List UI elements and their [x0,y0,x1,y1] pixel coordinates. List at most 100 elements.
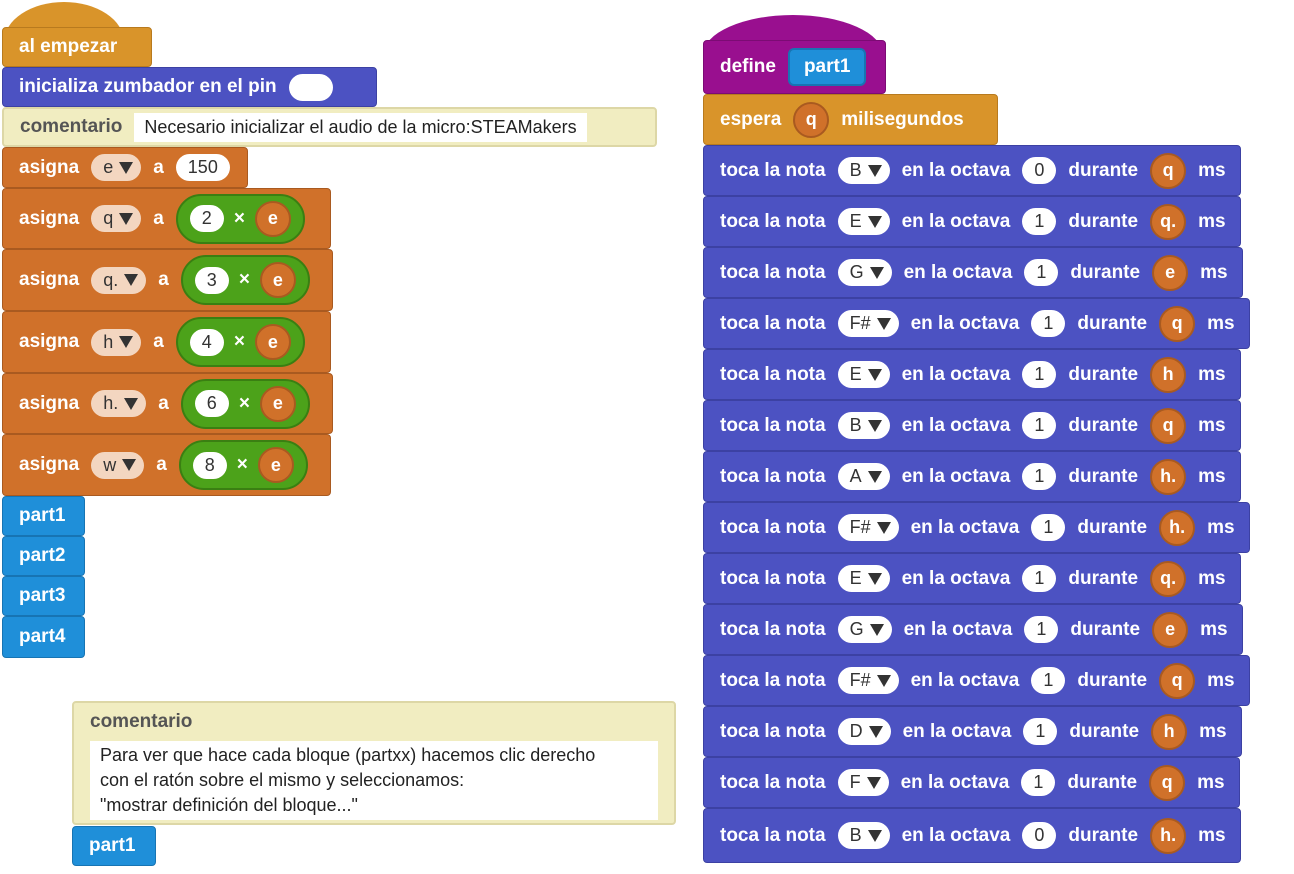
play-note-block[interactable]: toca la nota Een la octava 1 durante h ms [703,349,1241,400]
call-part2-block[interactable]: part2 [2,536,85,576]
play-note-block[interactable]: toca la nota F# en la octava 1 durante q ms [703,298,1250,349]
assign-e-block[interactable]: asigna e a 150 [2,147,248,188]
variable-dropdown[interactable]: q [91,205,142,232]
play-note-block[interactable]: toca la nota Fen la octava 1 durante q ms [703,757,1240,808]
octave-input[interactable]: 1 [1022,361,1057,388]
duration-reporter[interactable]: q [1149,764,1186,801]
assign-q-block[interactable]: asigna q a 2 × e [2,188,331,249]
variable-dropdown[interactable]: w [91,451,145,479]
duration-reporter[interactable]: h [1151,713,1188,750]
assign-w-block[interactable]: asigna w a 8 × e [2,434,331,496]
duration-reporter[interactable]: h. [1159,509,1196,546]
play-note-block[interactable]: toca la nota F# en la octava 1 durante h. ms [703,502,1250,553]
assign-h-block[interactable]: asigna h a 4 × e [2,311,331,373]
when-start-block[interactable]: al empezar [2,27,152,67]
duration-reporter[interactable]: e [1152,254,1189,291]
note-dropdown[interactable]: E [837,208,890,235]
duration-reporter[interactable]: h. [1150,458,1187,495]
note-dropdown[interactable]: G [837,259,892,286]
variable-dropdown[interactable]: e [91,154,142,181]
note-dropdown[interactable]: F# [837,667,899,694]
note-dropdown[interactable]: E [837,565,890,592]
duration-reporter[interactable]: q [1150,407,1187,444]
call-part1-block[interactable]: part1 [2,496,85,536]
help-comment-text[interactable]: Para ver que hace cada bloque (partxx) h… [90,741,658,820]
note-dropdown[interactable]: F [837,769,889,796]
play-note-block[interactable]: toca la nota Ben la octava 1 durante q ms [703,400,1241,451]
custom-block-name[interactable]: part1 [787,48,867,86]
variable-reporter[interactable]: e [259,262,296,298]
note-dropdown[interactable]: E [837,361,890,388]
play-note-block[interactable]: toca la nota Gen la octava 1 durante e ms [703,247,1243,298]
variable-reporter[interactable]: q [793,101,830,138]
multiply-operator[interactable]: 6 × e [180,378,310,429]
multiplier-input[interactable]: 3 [194,266,229,294]
note-dropdown[interactable]: B [837,822,890,849]
octave-input[interactable]: 1 [1031,667,1066,694]
note-dropdown[interactable]: D [837,718,891,745]
duration-reporter[interactable]: q [1150,152,1187,189]
octave-input[interactable]: 1 [1022,412,1057,439]
octave-input[interactable]: 0 [1022,822,1057,849]
note-dropdown[interactable]: F# [837,310,899,337]
multiplier-input[interactable]: 6 [194,390,229,417]
variable-dropdown[interactable]: h. [91,390,147,417]
value-input[interactable]: 150 [175,154,230,181]
duration-reporter[interactable]: h [1150,356,1187,393]
multiply-operator[interactable]: 3 × e [180,255,310,305]
comment-text-field[interactable]: Necesario inicializar el audio de la mic… [134,112,587,142]
multiplier-input[interactable]: 2 [189,205,224,232]
play-note-block[interactable]: toca la nota Gen la octava 1 durante e ms [703,604,1243,655]
octave-input[interactable]: 1 [1023,718,1058,745]
variable-dropdown[interactable]: q. [91,266,147,294]
duration-reporter[interactable]: q [1159,662,1196,699]
variable-reporter[interactable]: e [254,200,291,237]
call-part4-block[interactable]: part4 [2,616,85,658]
octave-input[interactable]: 1 [1022,565,1057,592]
multiply-operator[interactable]: 4 × e [175,317,305,367]
note-dropdown[interactable]: A [837,463,890,490]
multiply-operator[interactable]: 8 × e [178,440,308,490]
variable-reporter[interactable]: e [254,324,291,360]
multiplier-input[interactable]: 4 [189,328,224,356]
note-dropdown[interactable]: F# [837,514,899,541]
wait-block[interactable]: espera q milisegundos [703,94,998,145]
octave-input[interactable]: 1 [1022,208,1057,235]
call-part3-block[interactable]: part3 [2,576,85,616]
call-part1-standalone-block[interactable]: part1 [72,826,156,866]
variable-reporter[interactable]: e [257,447,294,483]
octave-input[interactable]: 1 [1022,463,1057,490]
pin-input[interactable] [288,73,333,101]
multiply-operator[interactable]: 2 × e [175,193,305,244]
note-dropdown[interactable]: B [837,412,890,439]
init-buzzer-block[interactable]: inicializa zumbador en el pin [2,67,377,107]
play-note-block[interactable]: toca la nota Aen la octava 1 durante h. ms [703,451,1241,502]
multiplier-input[interactable]: 8 [192,451,227,479]
octave-input[interactable]: 1 [1024,616,1059,643]
comment-block[interactable]: comentario Necesario inicializar el audi… [2,107,657,147]
duration-reporter[interactable]: q. [1150,560,1187,597]
octave-input[interactable]: 1 [1021,769,1056,796]
octave-input[interactable]: 0 [1022,157,1057,184]
play-note-block[interactable]: toca la nota Een la octava 1 durante q. ms [703,553,1241,604]
play-note-block[interactable]: toca la nota Een la octava 1 durante q. ms [703,196,1241,247]
play-note-block[interactable]: toca la nota Ben la octava 0 durante h. ms [703,808,1241,863]
duration-reporter[interactable]: h. [1150,817,1187,854]
play-note-block[interactable]: toca la nota Ben la octava 0 durante q ms [703,145,1241,196]
duration-reporter[interactable]: q. [1150,203,1187,240]
octave-input[interactable]: 1 [1031,514,1066,541]
variable-reporter[interactable]: e [259,385,296,422]
octave-input[interactable]: 1 [1031,310,1066,337]
variable-dropdown[interactable]: h [91,328,142,356]
duration-reporter[interactable]: q [1159,305,1196,342]
note-dropdown[interactable]: G [837,616,892,643]
play-note-block[interactable]: toca la nota Den la octava 1 durante h ms [703,706,1242,757]
define-block[interactable]: define part1 [703,40,886,94]
play-note-block[interactable]: toca la nota F# en la octava 1 durante q ms [703,655,1250,706]
duration-reporter[interactable]: e [1152,611,1189,648]
octave-input[interactable]: 1 [1024,259,1059,286]
assign-hdot-block[interactable]: asigna h. a 6 × e [2,373,333,434]
help-comment-block[interactable]: comentario Para ver que hace cada bloque… [72,701,676,825]
note-dropdown[interactable]: B [837,157,890,184]
assign-qdot-block[interactable]: asigna q. a 3 × e [2,249,333,311]
